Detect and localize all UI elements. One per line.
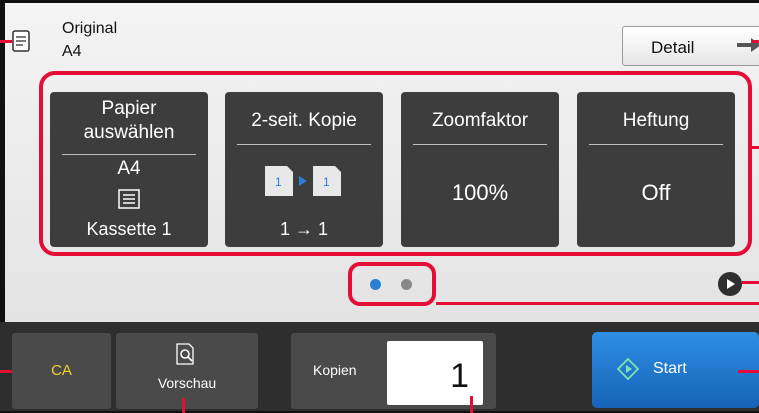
detail-button-label: Detail xyxy=(651,38,695,57)
paper-size: A4 xyxy=(117,158,141,179)
callout-line xyxy=(182,398,185,413)
duplex-mode: 1 → 1 xyxy=(279,219,329,239)
start-button[interactable]: Start xyxy=(592,332,759,408)
callout-line xyxy=(738,370,759,373)
next-page-button[interactable] xyxy=(718,272,742,296)
original-label: Original xyxy=(62,20,118,37)
page-indicator-highlight xyxy=(348,262,436,306)
start-icon xyxy=(617,358,639,380)
preview-magnifier-icon xyxy=(176,343,194,365)
staple-value: Off xyxy=(641,180,671,205)
tile-divider xyxy=(237,144,371,145)
callout-line xyxy=(742,281,759,284)
staple-tile[interactable]: Heftung Off xyxy=(577,92,735,247)
preview-label: Vorschau xyxy=(157,375,217,391)
copies-value: 1 xyxy=(450,357,469,395)
copies-control: Kopien 1 xyxy=(291,333,496,409)
page-dot[interactable] xyxy=(401,279,412,290)
tile-title: 2-seit. Kopie xyxy=(251,110,357,131)
paper-tray: Kassette 1 xyxy=(86,219,172,239)
copy-screen: Original A4 Detail Papier auswählen A4 K… xyxy=(0,0,759,413)
start-label: Start xyxy=(653,360,687,377)
zoom-tile[interactable]: Zoomfaktor 100% xyxy=(401,92,559,247)
page-dot-active[interactable] xyxy=(370,279,381,290)
svg-text:1: 1 xyxy=(275,175,282,189)
detail-button[interactable]: Detail xyxy=(622,26,759,66)
tile-divider xyxy=(589,144,723,145)
duplex-copy-icon: 1 1 xyxy=(265,166,341,196)
arrow-right-icon xyxy=(737,38,759,52)
callout-line xyxy=(470,396,473,413)
original-size: A4 xyxy=(62,43,82,60)
tile-divider xyxy=(62,154,196,155)
callout-line xyxy=(0,370,12,373)
paper-select-tile[interactable]: Papier auswählen A4 Kassette 1 xyxy=(50,92,208,247)
clear-all-label: CA xyxy=(51,362,72,379)
tile-title-line2: auswählen xyxy=(83,122,175,143)
svg-text:1: 1 xyxy=(323,175,330,189)
callout-line xyxy=(752,146,759,149)
next-page-icon xyxy=(727,279,735,289)
screen-frame xyxy=(0,0,759,3)
preview-button[interactable]: Vorschau xyxy=(116,333,258,409)
callout-line xyxy=(752,40,759,43)
clear-all-button[interactable]: CA xyxy=(12,333,111,409)
original-doc-icon[interactable] xyxy=(11,30,33,52)
paper-tray-icon xyxy=(118,189,140,209)
copies-field[interactable]: 1 xyxy=(387,341,483,405)
tile-title: Heftung xyxy=(622,110,690,131)
copies-label: Kopien xyxy=(313,362,357,378)
callout-line xyxy=(0,40,12,43)
tile-title: Zoomfaktor xyxy=(431,110,529,131)
duplex-copy-tile[interactable]: 2-seit. Kopie 1 1 1 → 1 xyxy=(225,92,383,247)
tile-title-line1: Papier xyxy=(101,98,157,119)
tile-divider xyxy=(413,144,547,145)
zoom-value: 100% xyxy=(451,180,509,205)
callout-line xyxy=(436,302,759,305)
